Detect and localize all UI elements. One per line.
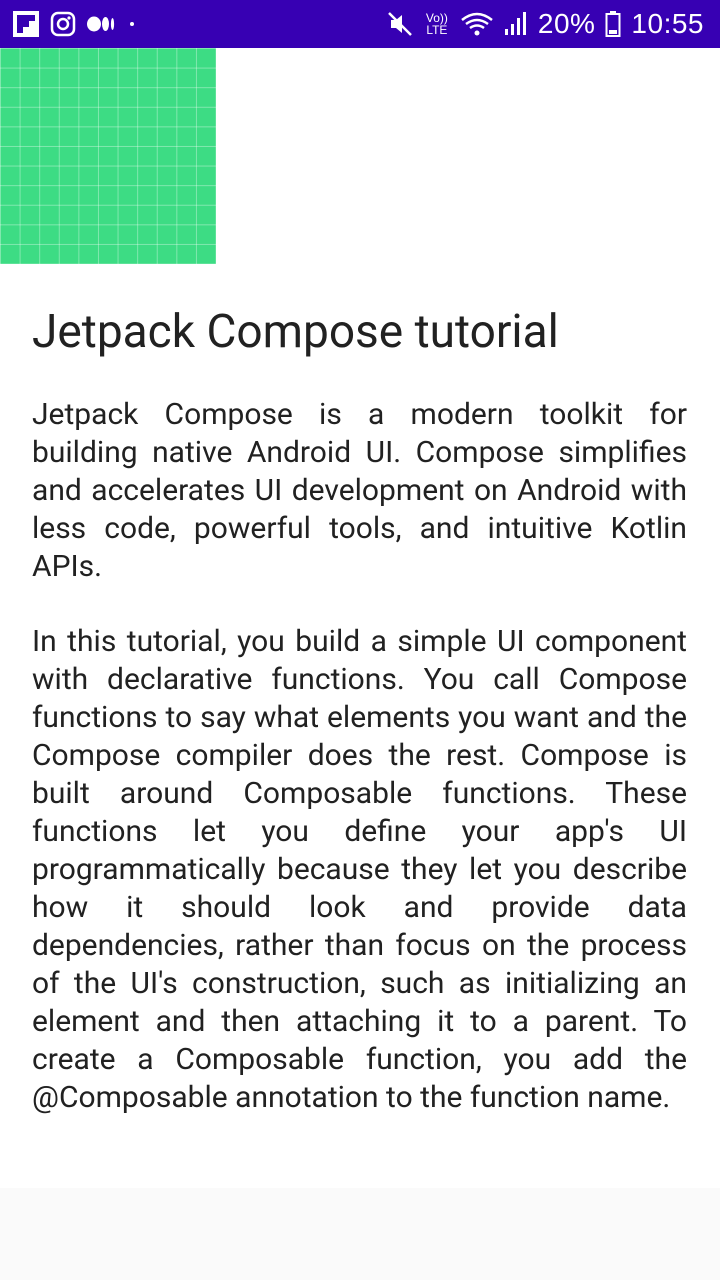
status-bar-system: Vo)) LTE 20% 10:55: [386, 8, 704, 40]
volte-icon: Vo)) LTE: [424, 12, 450, 36]
page-title: Jetpack Compose tutorial: [32, 305, 559, 359]
volte-line2: LTE: [426, 23, 448, 37]
dot-icon: [126, 18, 138, 30]
flipboard-icon: [12, 10, 40, 38]
medium-icon: [86, 14, 116, 34]
status-bar-notifications: [12, 10, 138, 38]
header-image: [0, 48, 216, 264]
paragraph-tutorial: In this tutorial, you build a simple UI …: [32, 624, 687, 1115]
signal-icon: [504, 11, 528, 37]
paragraph-intro: Jetpack Compose is a modern toolkit for …: [32, 397, 687, 584]
battery-percentage: 20%: [537, 8, 596, 39]
wifi-icon: [460, 11, 494, 37]
mute-icon: [386, 10, 414, 38]
instagram-icon: [50, 11, 76, 37]
tutorial-card: Jetpack Compose tutorial Jetpack Compose…: [0, 48, 720, 1188]
battery-icon: [605, 10, 621, 38]
clock: 10:55: [631, 8, 704, 39]
status-bar: Vo)) LTE 20% 10:55: [0, 0, 720, 48]
bottom-empty-area: [0, 1188, 720, 1280]
